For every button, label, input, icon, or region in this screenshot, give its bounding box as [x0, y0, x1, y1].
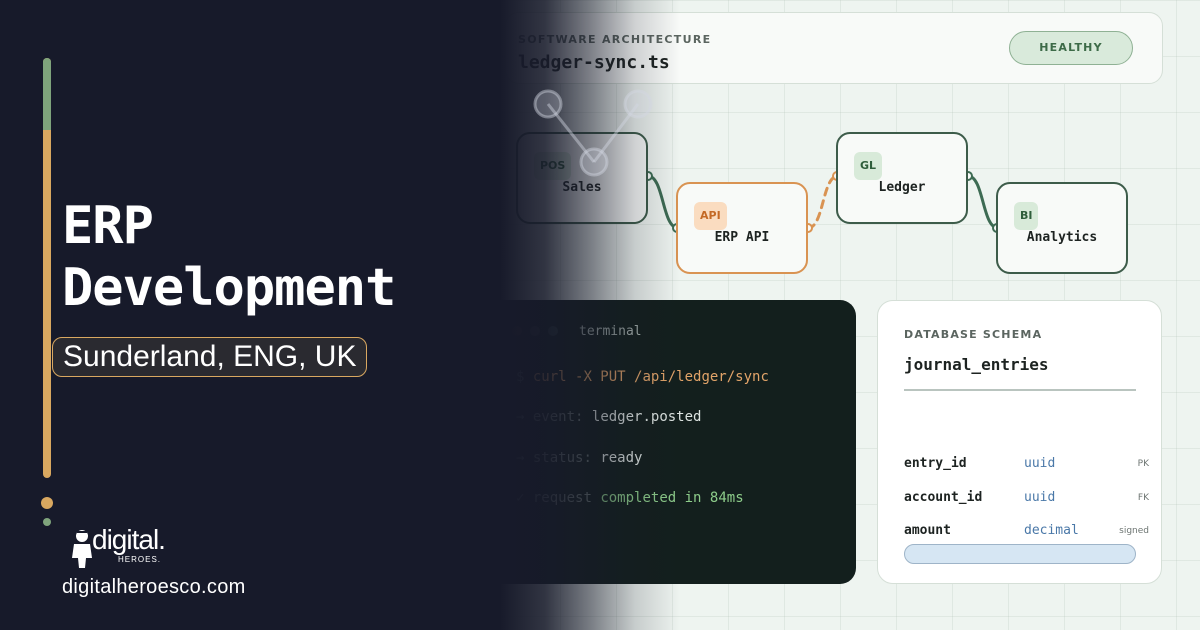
column-key: signed	[1119, 526, 1149, 536]
terminal-window: terminal $ curl -X PUT /api/ledger/sync …	[488, 300, 856, 584]
decor-dot	[43, 518, 51, 526]
node-analytics[interactable]: BI Analytics	[996, 182, 1128, 274]
terminal-line-result: ✓ request completed in 84ms	[516, 490, 744, 506]
node-badge-gl: GL	[854, 152, 883, 180]
schema-eyebrow: DATABASE SCHEMA	[904, 328, 1043, 341]
location-badge: Sunderland, ENG, UK	[52, 337, 368, 377]
window-close-dot[interactable]	[512, 326, 522, 336]
column-type: uuid	[1024, 456, 1056, 471]
node-erp-api[interactable]: API ERP API	[676, 182, 808, 274]
node-label-analytics: Analytics	[1026, 230, 1098, 245]
column-name: entry_id	[904, 456, 967, 471]
database-schema-card: DATABASE SCHEMA journal_entries entry_id…	[877, 300, 1162, 584]
node-badge-bi: BI	[1014, 202, 1039, 230]
column-type: uuid	[1024, 490, 1056, 505]
title-line-1: ERP	[62, 196, 154, 256]
node-label-ledger: Ledger	[878, 180, 926, 195]
check-icon: ✓	[516, 490, 525, 506]
title-line-2: Development	[62, 258, 396, 318]
node-ledger[interactable]: GL Ledger	[836, 132, 968, 224]
arrow-icon: →	[516, 450, 525, 466]
schema-row: entry_id uuid PK	[904, 456, 1149, 476]
prompt-symbol: $	[516, 369, 525, 385]
schema-highlight-bar	[904, 544, 1136, 564]
decor-dot	[41, 497, 53, 509]
event-key: event:	[532, 409, 584, 425]
column-key: FK	[1137, 493, 1149, 503]
network-graph-icon	[533, 89, 653, 177]
status-value: ready	[600, 450, 643, 466]
terminal-line-event: → event: ledger.posted	[516, 409, 701, 425]
accent-bar	[43, 58, 51, 478]
terminal-title: terminal	[579, 324, 642, 339]
column-type: decimal	[1024, 523, 1079, 538]
status-key: status:	[532, 450, 592, 466]
brand-logo[interactable]: digital. HEROES.	[70, 524, 180, 570]
schema-table-name: journal_entries	[904, 355, 1049, 374]
logo-wordmark: digital.	[92, 524, 166, 555]
page-title: ERP Development	[62, 195, 482, 319]
divider	[904, 389, 1136, 391]
result-value: completed in 84ms	[600, 490, 744, 506]
command-text: curl -X PUT /api/ledger/sync	[532, 369, 769, 385]
terminal-line-status: → status: ready	[516, 450, 642, 466]
website-link[interactable]: digitalheroesco.com	[62, 576, 246, 599]
column-name: amount	[904, 523, 951, 538]
connector-api-ledger	[806, 174, 840, 230]
arrow-icon: →	[516, 409, 525, 425]
node-badge-api: API	[694, 202, 727, 230]
window-maximize-dot[interactable]	[548, 326, 558, 336]
column-name: account_id	[904, 490, 983, 505]
node-label-erp-api: ERP API	[714, 230, 770, 245]
event-value: ledger.posted	[591, 409, 702, 425]
schema-row: account_id uuid FK	[904, 490, 1149, 510]
terminal-line-command: $ curl -X PUT /api/ledger/sync	[516, 369, 769, 385]
column-key: PK	[1137, 459, 1149, 469]
window-minimize-dot[interactable]	[530, 326, 540, 336]
connector-ledger-analytics	[966, 174, 1000, 230]
result-key: request	[532, 490, 592, 506]
logo-subtitle: HEROES.	[118, 555, 162, 564]
schema-row: amount decimal signed	[904, 523, 1149, 543]
